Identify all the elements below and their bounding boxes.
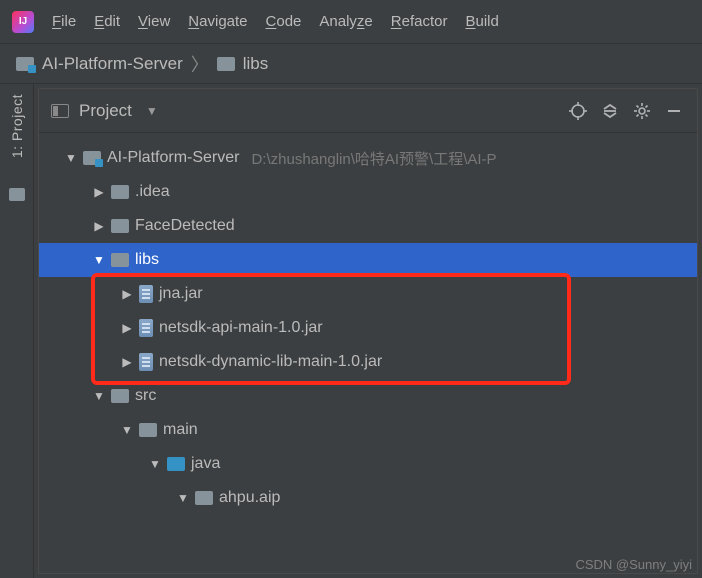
tree-root[interactable]: ▼ AI-Platform-Server D:\zhushanglin\哈特AI…	[39, 141, 697, 175]
chevron-right-icon[interactable]: ▶	[121, 321, 133, 335]
folder-icon	[111, 389, 129, 403]
breadcrumb: AI-Platform-Server 〉 libs	[0, 44, 702, 84]
tree-label: .idea	[135, 183, 170, 201]
chevron-down-icon[interactable]: ▼	[121, 423, 133, 437]
chevron-down-icon[interactable]: ▼	[177, 491, 189, 505]
menu-bar: IJ File Edit View Navigate Code Analyze …	[0, 0, 702, 44]
project-tree: ▼ AI-Platform-Server D:\zhushanglin\哈特AI…	[39, 133, 697, 523]
project-folder-icon	[16, 57, 34, 71]
project-folder-icon	[83, 151, 101, 165]
menu-edit[interactable]: Edit	[94, 13, 120, 30]
tree-path: D:\zhushanglin\哈特AI预警\工程\AI-P	[251, 148, 496, 169]
tree-label: jna.jar	[159, 285, 203, 303]
chevron-down-icon[interactable]: ▼	[65, 151, 77, 165]
panel-title[interactable]: Project	[79, 101, 132, 121]
tree-item-src[interactable]: ▼ src	[39, 379, 697, 413]
jar-icon	[139, 353, 153, 371]
chevron-down-icon[interactable]: ▼	[93, 389, 105, 403]
chevron-right-icon[interactable]: ▶	[93, 185, 105, 199]
menu-code[interactable]: Code	[266, 13, 302, 30]
tree-item-jar[interactable]: ▶ netsdk-dynamic-lib-main-1.0.jar	[39, 345, 697, 379]
jar-icon	[139, 319, 153, 337]
tree-label: netsdk-dynamic-lib-main-1.0.jar	[159, 353, 382, 371]
tree-label: main	[163, 421, 198, 439]
folder-icon	[139, 423, 157, 437]
chevron-right-icon[interactable]: ▶	[121, 355, 133, 369]
minimize-icon[interactable]	[663, 100, 685, 122]
tree-item-libs[interactable]: ▼ libs	[39, 243, 697, 277]
tree-item-main[interactable]: ▼ main	[39, 413, 697, 447]
chevron-down-icon[interactable]: ▼	[93, 253, 105, 267]
tree-item-jar[interactable]: ▶ netsdk-api-main-1.0.jar	[39, 311, 697, 345]
menu-file[interactable]: File	[52, 13, 76, 30]
chevron-down-icon[interactable]: ▼	[146, 104, 158, 118]
folder-icon	[111, 219, 129, 233]
menu-view[interactable]: View	[138, 13, 170, 30]
tree-label: netsdk-api-main-1.0.jar	[159, 319, 323, 337]
tree-label: AI-Platform-Server	[107, 149, 239, 167]
breadcrumb-child[interactable]: libs	[243, 54, 269, 74]
tool-window-icon	[51, 104, 69, 118]
folder-icon	[217, 57, 235, 71]
chevron-down-icon[interactable]: ▼	[149, 457, 161, 471]
tree-item-package[interactable]: ▼ ahpu.aip	[39, 481, 697, 515]
tree-label: src	[135, 387, 156, 405]
watermark: CSDN @Sunny_yiyi	[575, 557, 692, 572]
panel-header: Project ▼	[39, 89, 697, 133]
menu-build[interactable]: Build	[465, 13, 498, 30]
gear-icon[interactable]	[631, 100, 653, 122]
folder-icon	[111, 253, 129, 267]
tree-label: libs	[135, 251, 159, 269]
locate-icon[interactable]	[567, 100, 589, 122]
tree-label: java	[191, 455, 220, 473]
menu-analyze[interactable]: Analyze	[319, 13, 372, 30]
project-panel: Project ▼ ▼ AI-Platform-Server D:\zhusha…	[38, 88, 698, 574]
folder-icon	[111, 185, 129, 199]
chevron-right-icon[interactable]: ▶	[121, 287, 133, 301]
package-icon	[195, 491, 213, 505]
tree-item-jar[interactable]: ▶ jna.jar	[39, 277, 697, 311]
structure-tool-icon[interactable]	[9, 188, 25, 201]
jar-icon	[139, 285, 153, 303]
source-folder-icon	[167, 457, 185, 471]
chevron-right-icon[interactable]: ▶	[93, 219, 105, 233]
tree-label: FaceDetected	[135, 217, 235, 235]
tree-label: ahpu.aip	[219, 489, 280, 507]
tool-window-bar: 1: Project	[0, 84, 34, 578]
tree-item-idea[interactable]: ▶ .idea	[39, 175, 697, 209]
tree-item-java[interactable]: ▼ java	[39, 447, 697, 481]
project-tool-tab[interactable]: 1: Project	[9, 94, 25, 158]
breadcrumb-root[interactable]: AI-Platform-Server	[42, 54, 183, 74]
app-icon: IJ	[12, 11, 34, 33]
menu-refactor[interactable]: Refactor	[391, 13, 448, 30]
tree-item-facedetected[interactable]: ▶ FaceDetected	[39, 209, 697, 243]
collapse-all-icon[interactable]	[599, 100, 621, 122]
menu-navigate[interactable]: Navigate	[188, 13, 247, 30]
breadcrumb-separator: 〉	[191, 51, 209, 77]
